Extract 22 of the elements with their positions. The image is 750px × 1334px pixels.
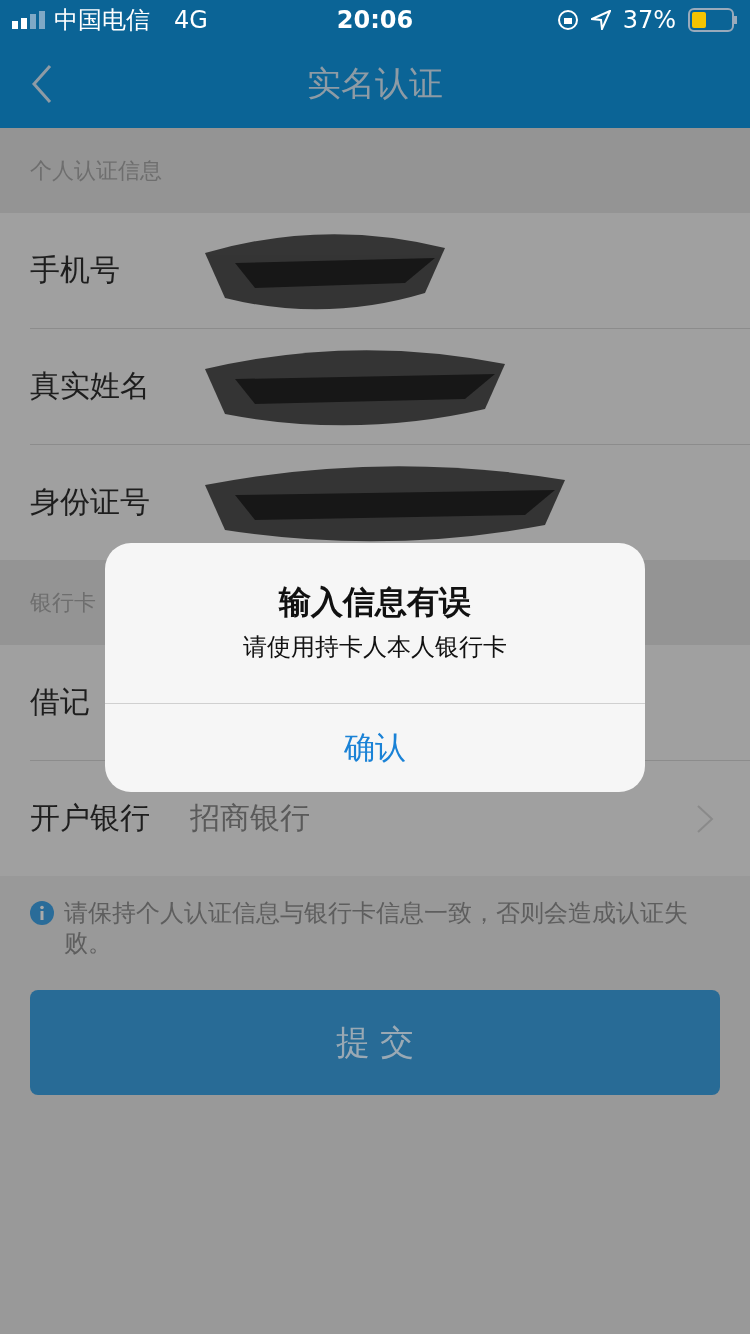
back-icon[interactable] xyxy=(30,64,54,104)
info-icon xyxy=(30,901,54,925)
location-icon xyxy=(590,10,611,30)
field-value: 招商银行 xyxy=(190,799,310,837)
rotation-lock-icon xyxy=(556,9,579,31)
battery-percent: 37% xyxy=(622,6,676,34)
signal-icon xyxy=(12,11,46,29)
carrier-text: 中国电信 xyxy=(54,5,150,36)
field-label: 真实姓名 xyxy=(30,367,151,405)
network-text: 4G xyxy=(174,6,208,34)
page-title: 实名认证 xyxy=(307,62,443,105)
battery-icon xyxy=(688,8,738,32)
dialog-title: 输入信息有误 xyxy=(279,582,471,623)
field-label: 借记 xyxy=(30,683,91,721)
field-label: 手机号 xyxy=(30,251,121,289)
note-text: 请保持个人认证信息与银行卡信息一致，否则会造成认证失败。 xyxy=(64,898,689,959)
confirm-button[interactable]: 确认 xyxy=(105,703,645,792)
field-label: 开户银行 xyxy=(30,799,151,837)
submit-button[interactable]: 提 交 xyxy=(30,990,720,1095)
dialog-message: 请使用持卡人本人银行卡 xyxy=(243,632,507,663)
field-label: 身份证号 xyxy=(30,483,151,521)
clock-text: 20:06 xyxy=(336,6,414,34)
